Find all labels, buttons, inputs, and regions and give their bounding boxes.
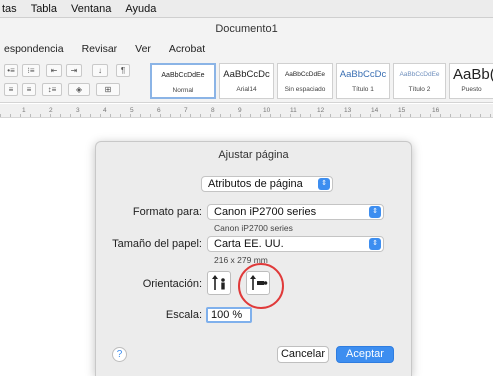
- menu-bar: tas Tabla Ventana Ayuda: [0, 0, 493, 18]
- ruler-number: 1: [22, 107, 26, 114]
- paper-size-popup[interactable]: Carta EE. UU. ⇕: [207, 236, 384, 252]
- menu-item-herramientas[interactable]: tas: [2, 3, 17, 15]
- paper-size-value: Carta EE. UU.: [214, 238, 284, 250]
- menu-item-tabla[interactable]: Tabla: [31, 3, 57, 15]
- scale-label: Escala:: [165, 309, 202, 321]
- ruler-number: 7: [184, 107, 188, 114]
- help-button[interactable]: ?: [112, 347, 127, 362]
- tab-ver[interactable]: Ver: [135, 43, 151, 55]
- cancel-button[interactable]: Cancelar: [277, 346, 329, 363]
- style-titulo-2[interactable]: AaBbCcDdEe Título 2: [393, 63, 446, 99]
- highlight-circle: [238, 263, 284, 309]
- menu-item-ayuda[interactable]: Ayuda: [125, 3, 156, 15]
- ruler-number: 11: [290, 107, 297, 114]
- sort-icon[interactable]: ↓: [92, 64, 108, 77]
- attributes-popup[interactable]: Atributos de página ⇕: [201, 176, 333, 192]
- tab-correspondencia[interactable]: espondencia: [4, 43, 64, 55]
- align-right-icon[interactable]: ≡: [4, 83, 18, 96]
- attributes-popup-label: Atributos de página: [208, 178, 303, 190]
- format-label: Formato para:: [132, 206, 202, 218]
- scale-input[interactable]: 100 %: [206, 307, 252, 323]
- increase-indent-icon[interactable]: ⇥: [66, 64, 82, 77]
- chevron-updown-icon: ⇕: [318, 178, 330, 190]
- justify-icon[interactable]: ≡: [22, 83, 36, 96]
- style-titulo-1[interactable]: AaBbCcDc Título 1: [336, 63, 390, 99]
- ruler-number: 9: [238, 107, 242, 114]
- ruler-number: 2: [49, 107, 53, 114]
- style-normal[interactable]: AaBbCcDdEe Normal: [150, 63, 216, 99]
- tab-acrobat[interactable]: Acrobat: [169, 43, 205, 55]
- ruler-number: 6: [157, 107, 161, 114]
- decrease-indent-icon[interactable]: ⇤: [46, 64, 62, 77]
- window-title: Documento1: [0, 18, 493, 40]
- ruler-number: 12: [317, 107, 325, 114]
- ruler-number: 4: [103, 107, 107, 114]
- chevron-updown-icon: ⇕: [369, 206, 381, 218]
- ruler-number: 3: [76, 107, 80, 114]
- format-subtext: Canon iP2700 series: [214, 223, 293, 233]
- chevron-updown-icon: ⇕: [369, 238, 381, 250]
- ruler-number: 8: [211, 107, 215, 114]
- portrait-icon: [212, 275, 225, 290]
- borders-icon[interactable]: ⊞: [96, 83, 120, 96]
- accept-button[interactable]: Aceptar: [336, 346, 394, 363]
- dialog-title: Ajustar página: [218, 149, 289, 161]
- style-puesto[interactable]: AaBb( Puesto: [449, 63, 493, 99]
- orientation-portrait-button[interactable]: [207, 271, 231, 295]
- ruler-number: 16: [432, 107, 440, 114]
- ruler-number: 5: [130, 107, 134, 114]
- bullets-icon[interactable]: •≡: [4, 64, 18, 77]
- page-setup-dialog: Ajustar página Atributos de página ⇕ For…: [95, 141, 412, 376]
- ruler-number: 15: [398, 107, 406, 114]
- numbering-icon[interactable]: ⁝≡: [22, 64, 40, 77]
- horizontal-ruler[interactable]: 1 2 3 4 5 6 7 8 9 10 11 12 13 14 15 16: [0, 104, 493, 118]
- format-value: Canon iP2700 series: [214, 206, 317, 218]
- ruler-number: 13: [344, 107, 352, 114]
- tab-revisar[interactable]: Revisar: [82, 43, 118, 55]
- ribbon-tabs: espondencia Revisar Ver Acrobat: [0, 40, 493, 57]
- shading-icon[interactable]: ◈: [68, 83, 90, 96]
- line-spacing-icon[interactable]: ↕≡: [42, 83, 62, 96]
- ruler-ticks: [0, 114, 493, 117]
- menu-item-ventana[interactable]: Ventana: [71, 3, 111, 15]
- style-sin-espaciado[interactable]: AaBbCcDdEe Sin espaciado: [277, 63, 333, 99]
- paper-size-label: Tamaño del papel:: [112, 238, 202, 250]
- format-popup[interactable]: Canon iP2700 series ⇕: [207, 204, 384, 220]
- pilcrow-icon[interactable]: ¶: [116, 64, 130, 77]
- orientation-label: Orientación:: [142, 278, 202, 290]
- ruler-number: 10: [263, 107, 271, 114]
- ruler-number: 14: [371, 107, 379, 114]
- style-arial14[interactable]: AaBbCcDc Arial14: [219, 63, 274, 99]
